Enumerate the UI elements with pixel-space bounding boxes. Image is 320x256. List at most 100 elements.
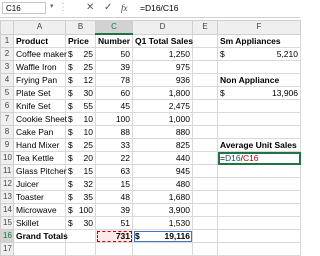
sales-cell[interactable]: 480 [132, 177, 193, 191]
cell[interactable] [192, 229, 218, 243]
enter-icon[interactable]: ✓ [104, 1, 112, 15]
column-header-f[interactable]: F [217, 20, 301, 35]
row-header[interactable]: 17 [0, 242, 14, 256]
insert-function-icon[interactable]: fx [121, 1, 128, 15]
price-cell[interactable]: $100 [65, 203, 96, 217]
cell[interactable] [192, 151, 218, 165]
product-cell[interactable]: Skillet [13, 216, 66, 230]
row-header[interactable]: 3 [0, 60, 14, 74]
row-header[interactable]: 13 [0, 190, 14, 204]
product-cell[interactable]: Toaster [13, 190, 66, 204]
row-header[interactable]: 16 [0, 229, 14, 243]
price-cell[interactable]: $15 [65, 164, 96, 178]
label-average-unit-sales[interactable]: Average Unit Sales [217, 138, 301, 152]
product-cell[interactable]: Juicer [13, 177, 66, 191]
price-cell[interactable]: $10 [65, 112, 96, 126]
cell[interactable] [192, 190, 218, 204]
sales-cell[interactable]: 1,250 [132, 47, 193, 61]
header-cell-price[interactable]: Price [65, 33, 96, 48]
row-header[interactable]: 7 [0, 112, 14, 126]
product-cell[interactable]: Glass Pitcher [13, 164, 67, 178]
row-header[interactable]: 6 [0, 99, 14, 113]
product-cell[interactable]: Frying Pan [13, 73, 66, 87]
number-cell[interactable]: 88 [95, 125, 133, 139]
cell[interactable] [217, 112, 301, 126]
sales-cell[interactable]: 1,800 [132, 86, 193, 100]
grand-total-sales-cell[interactable]: $19,116 [132, 229, 193, 243]
label-non-appliance[interactable]: Non Appliance [217, 73, 301, 87]
product-cell[interactable]: Cake Pan [13, 125, 66, 139]
sales-cell[interactable]: 1,000 [132, 112, 193, 126]
price-cell[interactable]: $32 [65, 177, 96, 191]
price-cell[interactable]: $10 [65, 125, 96, 139]
sales-cell[interactable]: 3,900 [132, 203, 193, 217]
row-header[interactable]: 11 [0, 164, 14, 178]
product-cell[interactable]: Microwave [13, 203, 66, 217]
cell[interactable] [192, 138, 218, 152]
cell[interactable] [192, 73, 218, 87]
sales-cell[interactable]: 880 [132, 125, 193, 139]
row-header[interactable]: 4 [0, 73, 14, 87]
header-cell-number[interactable]: Number [95, 33, 133, 48]
row-header[interactable]: 9 [0, 138, 14, 152]
cell[interactable] [65, 229, 96, 243]
number-cell[interactable]: 60 [95, 86, 133, 100]
column-header-e[interactable]: E [192, 20, 218, 35]
price-cell[interactable]: $25 [65, 47, 96, 61]
label-sm-appliances[interactable]: Sm Appliances [217, 33, 301, 48]
cell[interactable] [217, 99, 301, 113]
cell[interactable] [217, 203, 301, 217]
cell[interactable] [217, 125, 301, 139]
product-cell[interactable]: Plate Set [13, 86, 66, 100]
grand-total-number-cell[interactable]: 731 [95, 229, 133, 243]
cell[interactable] [192, 86, 218, 100]
sales-cell[interactable]: 1,530 [132, 216, 193, 230]
sm-appliances-value-cell[interactable]: $5,210 [217, 47, 301, 61]
number-cell[interactable]: 15 [95, 177, 133, 191]
number-cell[interactable]: 45 [95, 99, 133, 113]
sales-cell[interactable]: 975 [132, 60, 193, 74]
cell[interactable] [192, 203, 218, 217]
product-cell[interactable]: Knife Set [13, 99, 66, 113]
product-cell[interactable]: Waffle Iron [13, 60, 66, 74]
row-header[interactable]: 10 [0, 151, 14, 165]
sales-cell[interactable]: 2,475 [132, 99, 193, 113]
header-cell-product[interactable]: Product [13, 33, 66, 48]
price-cell[interactable]: $25 [65, 138, 96, 152]
cell[interactable] [192, 164, 218, 178]
select-all-corner[interactable] [0, 20, 14, 35]
row-header[interactable]: 15 [0, 216, 14, 230]
cell[interactable] [13, 242, 66, 256]
sales-cell[interactable]: 440 [132, 151, 193, 165]
cancel-icon[interactable]: ✕ [86, 1, 94, 15]
row-header[interactable]: 1 [0, 33, 14, 48]
number-cell[interactable]: 50 [95, 47, 133, 61]
row-header[interactable]: 14 [0, 203, 14, 217]
number-cell[interactable]: 33 [95, 138, 133, 152]
number-cell[interactable]: 39 [95, 60, 133, 74]
price-cell[interactable]: $35 [65, 190, 96, 204]
cell[interactable] [192, 177, 218, 191]
cell[interactable] [217, 242, 301, 256]
price-cell[interactable]: $30 [65, 86, 96, 100]
price-cell[interactable]: $30 [65, 216, 96, 230]
price-cell[interactable]: $20 [65, 151, 96, 165]
header-cell-sales[interactable]: Q1 Total Sales [132, 33, 193, 48]
number-cell[interactable]: 100 [95, 112, 133, 126]
row-header[interactable]: 5 [0, 86, 14, 100]
cell[interactable] [192, 242, 218, 256]
cell[interactable] [95, 242, 133, 256]
row-header[interactable]: 8 [0, 125, 14, 139]
cell[interactable] [192, 99, 218, 113]
cell[interactable] [217, 229, 301, 243]
cell[interactable] [217, 164, 301, 178]
cell[interactable] [192, 112, 218, 126]
product-cell[interactable]: Tea Kettle [13, 151, 66, 165]
cell[interactable] [192, 33, 218, 48]
price-cell[interactable]: $12 [65, 73, 96, 87]
price-cell[interactable]: $25 [65, 60, 96, 74]
name-box[interactable]: C16 [2, 2, 46, 14]
number-cell[interactable]: 22 [95, 151, 133, 165]
number-cell[interactable]: 51 [95, 216, 133, 230]
cell[interactable] [192, 47, 218, 61]
